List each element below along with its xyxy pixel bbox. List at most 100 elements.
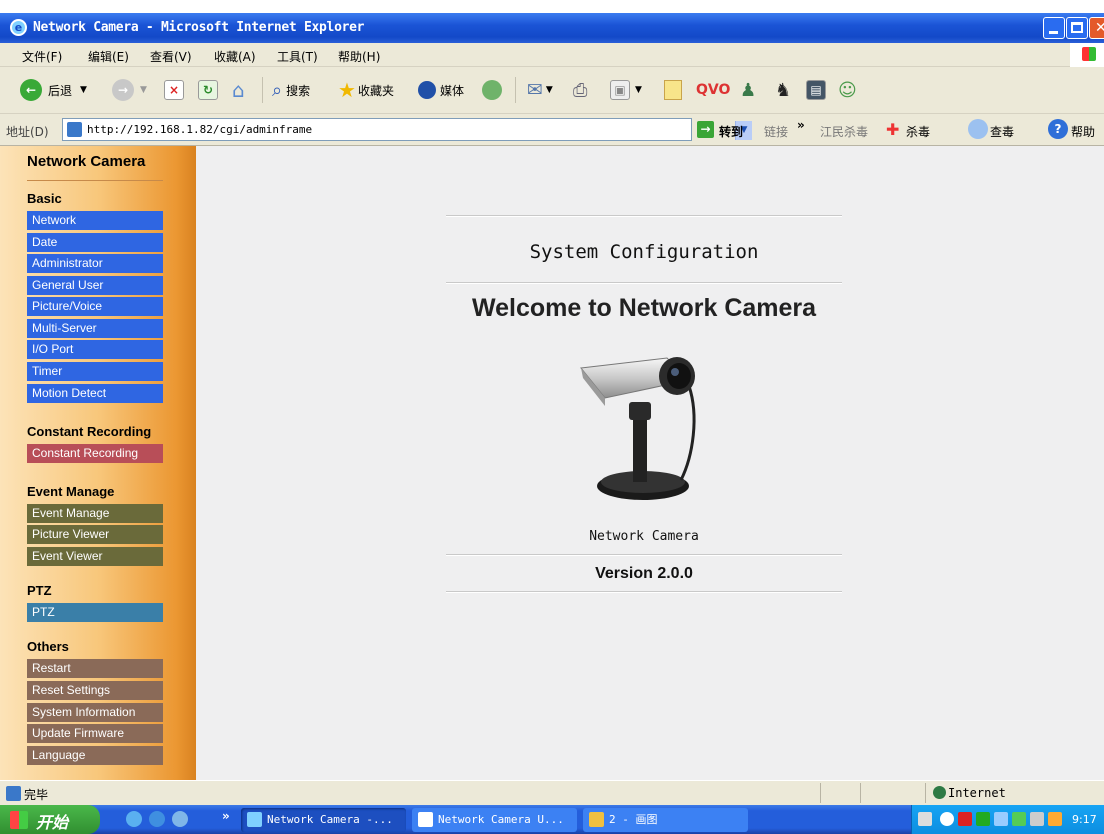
history-button[interactable]: [482, 77, 502, 103]
maximize-button[interactable]: [1066, 17, 1088, 39]
nav-reset-settings[interactable]: Reset Settings: [27, 681, 163, 700]
forward-button[interactable]: → ▼: [112, 77, 147, 103]
mail-button[interactable]: ✉ ▼: [527, 77, 553, 103]
quicklaunch-desktop-icon[interactable]: [172, 811, 188, 827]
title-bar: e Network Camera - Microsoft Internet Ex…: [0, 13, 1104, 43]
back-arrow-icon: ←: [20, 79, 42, 101]
sidebar-divider: [27, 180, 163, 181]
task-paint[interactable]: 2 - 画图: [583, 808, 748, 832]
nav-administrator[interactable]: Administrator: [27, 254, 163, 273]
quicklaunch-more-icon[interactable]: »: [222, 809, 230, 823]
print-button[interactable]: ⎙: [573, 77, 587, 103]
start-button[interactable]: 开始: [0, 805, 100, 834]
quicklaunch-ie-icon[interactable]: [126, 811, 142, 827]
help-icon: ?: [1048, 119, 1068, 139]
go-button[interactable]: 转到: [719, 123, 743, 140]
favorites-label: 收藏夹: [357, 83, 394, 98]
search-button[interactable]: ⌕ 搜索: [272, 77, 310, 103]
security-tray-icon[interactable]: [1012, 812, 1026, 826]
forward-dropdown-icon: ▼: [140, 85, 147, 95]
antivirus-link[interactable]: 江民杀毒: [820, 123, 868, 140]
favorites-button[interactable]: ★ 收藏夹: [338, 77, 394, 103]
windows-logo: [1070, 43, 1104, 67]
address-bar: 地址(D) http://192.168.1.82/cgi/adminframe…: [0, 114, 1104, 146]
section-event-manage: Event Manage: [27, 484, 115, 499]
antivirus-tray-icon[interactable]: [958, 812, 972, 826]
go-arrow-icon[interactable]: →: [697, 121, 714, 138]
menu-help[interactable]: 帮助(H): [338, 48, 380, 65]
page-content: Network Camera Basic Network Date Admini…: [0, 146, 1104, 780]
notes-icon: [664, 80, 682, 100]
volume-tray-icon[interactable]: [1030, 812, 1044, 826]
home-button[interactable]: ⌂: [232, 77, 245, 103]
start-label: 开始: [36, 813, 69, 832]
nav-update-firmware[interactable]: Update Firmware: [27, 724, 163, 743]
keyboard-tray-icon[interactable]: [918, 812, 932, 826]
history-icon: [482, 80, 502, 100]
nav-system-information[interactable]: System Information: [27, 703, 163, 722]
minimize-button[interactable]: [1043, 17, 1065, 39]
close-button[interactable]: ✕: [1089, 17, 1104, 39]
qq-penguin-icon: ♞: [775, 79, 792, 101]
nav-picture-viewer[interactable]: Picture Viewer: [27, 525, 163, 544]
messenger-button[interactable]: ♟: [740, 77, 756, 103]
nav-language[interactable]: Language: [27, 746, 163, 765]
research-button[interactable]: ▤: [806, 77, 826, 103]
nav-constant-recording[interactable]: Constant Recording: [27, 444, 163, 463]
scan-virus-link[interactable]: 查毒: [990, 123, 1014, 140]
back-tray-icon[interactable]: [940, 812, 954, 826]
media-icon: [418, 81, 436, 99]
menu-tools[interactable]: 工具(T): [277, 48, 318, 65]
nav-event-viewer[interactable]: Event Viewer: [27, 547, 163, 566]
nav-restart[interactable]: Restart: [27, 659, 163, 678]
firmware-version: Version 2.0.0: [595, 565, 693, 582]
kill-virus-link[interactable]: 杀毒: [906, 123, 930, 140]
more-links-icon[interactable]: »: [797, 118, 805, 132]
stop-button[interactable]: ×: [164, 77, 184, 103]
clock: 9:17: [1072, 813, 1097, 826]
nav-date[interactable]: Date: [27, 233, 163, 252]
nav-motion-detect[interactable]: Motion Detect: [27, 384, 163, 403]
menu-file[interactable]: 文件(F): [22, 48, 62, 65]
media-button[interactable]: 媒体: [418, 77, 464, 103]
messenger-tray-icon[interactable]: [976, 812, 990, 826]
status-pane: [925, 783, 926, 803]
msn-button[interactable]: ☺: [838, 77, 857, 103]
refresh-button[interactable]: ↻: [198, 77, 218, 103]
system-configuration-title: System Configuration: [529, 241, 759, 263]
qvod-button[interactable]: QVO: [696, 77, 730, 103]
messenger-icon: ♟: [740, 79, 757, 101]
edit-button[interactable]: ▣ ▼: [610, 77, 642, 103]
divider-above-version: [446, 554, 842, 556]
discuss-button[interactable]: [664, 77, 682, 103]
task-network-camera-doc[interactable]: Network Camera U...: [412, 808, 577, 832]
menu-favorites[interactable]: 收藏(A): [214, 48, 256, 65]
nav-network[interactable]: Network: [27, 211, 163, 230]
windows-flag-icon: [10, 811, 28, 829]
nav-general-user[interactable]: General User: [27, 276, 163, 295]
qq-button[interactable]: ♞: [775, 77, 791, 103]
status-bar: 完毕 Internet: [0, 780, 1104, 805]
network-tray-icon[interactable]: [994, 812, 1008, 826]
address-input[interactable]: http://192.168.1.82/cgi/adminframe ▼: [62, 118, 752, 141]
status-text: 完毕: [24, 788, 49, 802]
menu-edit[interactable]: 编辑(E): [88, 48, 129, 65]
address-url: http://192.168.1.82/cgi/adminframe: [87, 123, 313, 136]
page-icon: [67, 122, 82, 137]
mail-dropdown-icon: ▼: [545, 85, 553, 95]
back-button[interactable]: ← 后退 ▼: [20, 77, 87, 103]
nav-io-port[interactable]: I/O Port: [27, 340, 163, 359]
menu-view[interactable]: 查看(V): [150, 48, 192, 65]
nav-multi-server[interactable]: Multi-Server: [27, 319, 163, 338]
nav-ptz[interactable]: PTZ: [27, 603, 163, 622]
divider-under-title: [446, 282, 842, 284]
quicklaunch-browser-icon[interactable]: [149, 811, 165, 827]
help-link[interactable]: 帮助: [1071, 123, 1095, 140]
links-label[interactable]: 链接: [764, 123, 788, 140]
task-network-camera-ie[interactable]: Network Camera -...: [241, 808, 406, 832]
star-icon: ★: [338, 78, 356, 102]
update-tray-icon[interactable]: [1048, 812, 1062, 826]
nav-timer[interactable]: Timer: [27, 362, 163, 381]
nav-picture-voice[interactable]: Picture/Voice: [27, 297, 163, 316]
nav-event-manage[interactable]: Event Manage: [27, 504, 163, 523]
